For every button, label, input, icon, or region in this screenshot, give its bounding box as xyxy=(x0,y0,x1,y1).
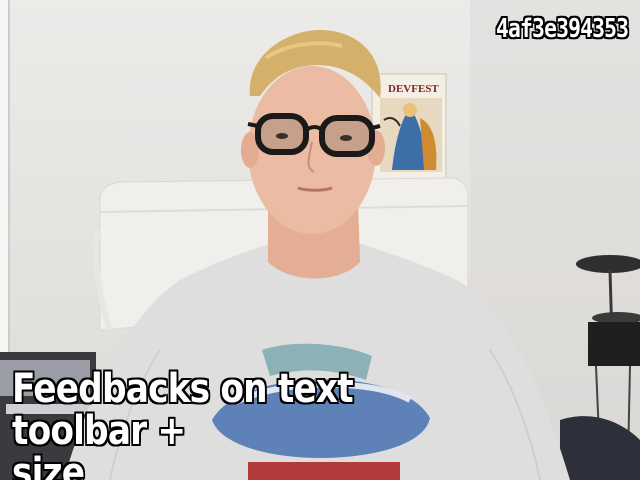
caption-line-2: size xyxy=(12,450,85,480)
poster: DEVFEST xyxy=(371,73,447,181)
caption: Feedbacks on text toolbar + size xyxy=(12,368,494,480)
caption-line-1: Feedbacks on text toolbar + xyxy=(12,366,354,454)
video-id-label: 4af3e394353 xyxy=(495,14,629,44)
video-frame: DEVFEST 4af3e394353 Feedbacks on text to… xyxy=(0,0,640,480)
poster-heading: DEVFEST xyxy=(388,83,439,95)
